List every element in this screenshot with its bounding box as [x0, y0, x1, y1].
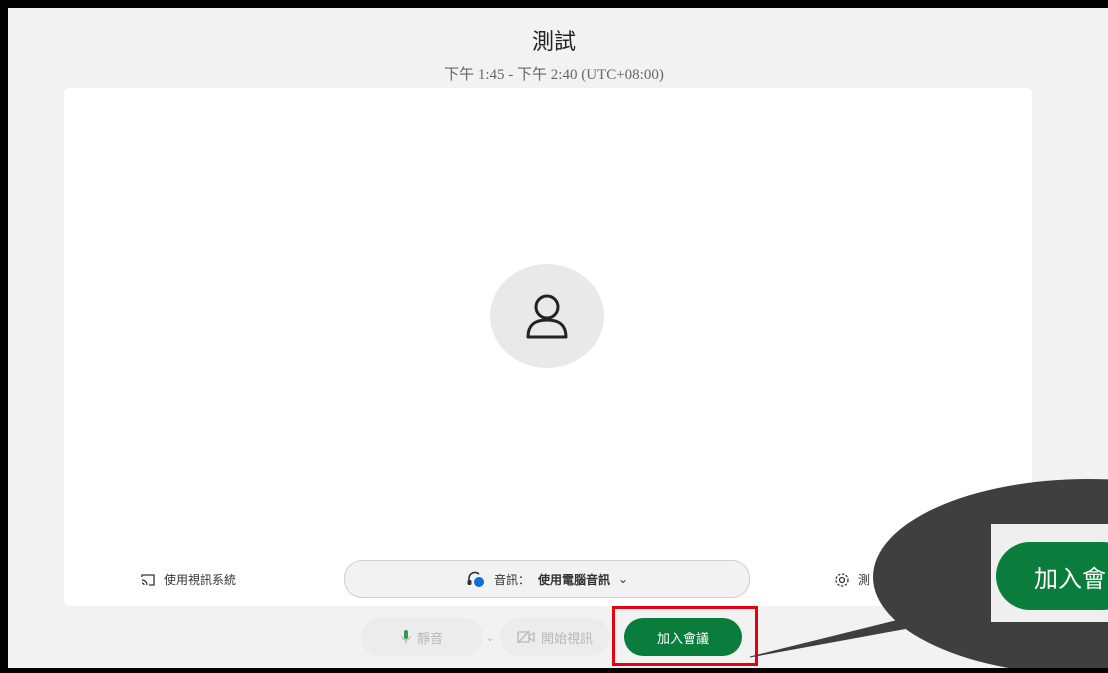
callout-bubble: [749, 479, 1108, 668]
join-meeting-button-zoomed: 加入會: [996, 542, 1108, 610]
zoom-label: 加入會: [1034, 564, 1106, 593]
meeting-prejoin-window: 測試 下午 1:45 - 下午 2:40 (UTC+08:00) 使用視訊系統 …: [8, 8, 1108, 668]
